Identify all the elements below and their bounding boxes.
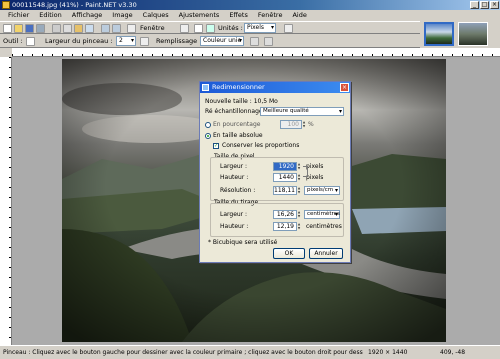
crop-icon[interactable] xyxy=(85,24,94,33)
close-button[interactable]: × xyxy=(490,1,499,9)
percent-spinner[interactable]: ▲ ▼ xyxy=(302,120,306,129)
width-unit: pixels xyxy=(306,163,324,170)
menu-bar: Fichier Edition Affichage Image Calques … xyxy=(0,10,500,21)
main-toolbar: Fenêtre Unités : Pixels xyxy=(0,21,420,34)
image-thumbnails xyxy=(420,21,500,48)
cancel-button[interactable]: Annuler xyxy=(309,248,343,259)
menu-effets[interactable]: Effets xyxy=(224,10,253,21)
resampling-label: Ré échantillonnage : xyxy=(205,108,267,115)
status-bar: Pinceau : Cliquez avec le bouton gauche … xyxy=(0,345,500,359)
menu-image[interactable]: Image xyxy=(107,10,137,21)
units-select[interactable]: Pixels xyxy=(244,23,276,33)
brush-width-label: Largeur du pinceau : xyxy=(45,37,113,45)
tool-label: Outil : xyxy=(3,37,23,45)
resize-dialog: Redimensionner × Nouvelle taille : 10,5 … xyxy=(199,81,351,263)
percent-unit: % xyxy=(308,121,314,128)
print-height-unit: centimètres xyxy=(306,223,342,230)
width-label: Largeur : xyxy=(220,163,248,170)
width-spinner[interactable]: ▲ ▼ xyxy=(297,162,301,171)
brush-tool-icon[interactable] xyxy=(26,37,35,46)
copy-icon[interactable] xyxy=(63,24,72,33)
undo-icon[interactable] xyxy=(101,24,110,33)
resampling-select[interactable]: Meilleure qualité xyxy=(260,107,344,116)
percent-input[interactable]: 100 xyxy=(280,120,302,129)
height-spinner[interactable]: ▲ ▼ xyxy=(297,173,301,182)
window-menu-label[interactable]: Fenêtre xyxy=(140,23,165,34)
width-input[interactable]: 1920 xyxy=(273,162,297,171)
print-width-input[interactable]: 16,26 xyxy=(273,210,297,219)
paintnet-app-icon xyxy=(2,1,10,9)
app-title-bar[interactable]: 00011548.jpg (41%) - Paint.NET v3.30 _ □… xyxy=(0,0,500,10)
keep-ratio-label: Conserver les proportions xyxy=(222,142,300,149)
image-thumbnail-active[interactable] xyxy=(424,22,454,46)
zoom-in-icon[interactable] xyxy=(180,24,189,33)
menu-fenetre[interactable]: Fenêtre xyxy=(253,10,288,21)
vertical-ruler xyxy=(0,57,12,345)
print-icon[interactable] xyxy=(36,24,45,33)
blend-mode-icon[interactable] xyxy=(264,37,273,46)
status-hint: Pinceau : Cliquez avec le bouton gauche … xyxy=(3,349,363,356)
print-width-spinner[interactable]: ▲ ▼ xyxy=(297,210,301,219)
horizontal-ruler xyxy=(12,48,500,57)
absolute-size-label: En taille absolue xyxy=(213,132,263,139)
percent-label: En pourcentage xyxy=(213,121,261,128)
new-size-label: Nouvelle taille : 10,5 Mo xyxy=(205,98,278,105)
units-label: Unités : xyxy=(218,24,243,32)
percent-radio[interactable] xyxy=(205,122,211,128)
print-height-label: Hauteur : xyxy=(220,223,249,230)
cut-icon[interactable] xyxy=(52,24,61,33)
grid-icon[interactable] xyxy=(194,24,203,33)
print-height-spinner[interactable]: ▲ ▼ xyxy=(297,222,301,231)
menu-ajustements[interactable]: Ajustements xyxy=(174,10,225,21)
image-size-readout: 1920 × 1440 xyxy=(368,349,408,356)
menu-aide[interactable]: Aide xyxy=(287,10,311,21)
resolution-unit-select[interactable]: pixels/cm xyxy=(304,186,340,195)
redo-icon[interactable] xyxy=(112,24,121,33)
window-title: 00011548.jpg (41%) - Paint.NET v3.30 xyxy=(12,1,137,9)
bicubic-note: * Bicubique sera utilisé xyxy=(208,239,278,246)
paste-icon[interactable] xyxy=(74,24,83,33)
menu-affichage[interactable]: Affichage xyxy=(67,10,108,21)
height-input[interactable]: 1440 xyxy=(273,173,297,182)
dialog-close-button[interactable]: × xyxy=(340,83,349,92)
antialias-icon[interactable] xyxy=(140,37,149,46)
tool-options-bar: Outil : Largeur du pinceau : 2 Remplissa… xyxy=(0,35,420,48)
menu-calques[interactable]: Calques xyxy=(138,10,174,21)
save-icon[interactable] xyxy=(25,24,34,33)
height-label: Hauteur : xyxy=(220,174,249,181)
print-width-label: Largeur : xyxy=(220,211,248,218)
flag-icon[interactable] xyxy=(284,24,293,33)
fill-label: Remplissage : xyxy=(156,37,202,45)
new-file-icon[interactable] xyxy=(3,24,12,33)
print-height-input[interactable]: 12,19 xyxy=(273,222,297,231)
open-file-icon[interactable] xyxy=(14,24,23,33)
minimize-button[interactable]: _ xyxy=(470,1,479,9)
print-size-group xyxy=(210,203,344,237)
print-width-unit-select[interactable]: centimètres xyxy=(304,210,340,219)
keep-ratio-checkbox[interactable]: ✓ xyxy=(213,143,219,149)
absolute-size-radio[interactable] xyxy=(205,133,211,139)
dialog-title-bar[interactable]: Redimensionner × xyxy=(200,82,350,93)
height-unit: pixels xyxy=(306,174,324,181)
resolution-spinner[interactable]: ▲ ▼ xyxy=(297,186,301,195)
brush-width-select[interactable]: 2 xyxy=(116,36,136,46)
brush-style-icon[interactable] xyxy=(250,37,259,46)
zoom-icon[interactable] xyxy=(127,24,136,33)
dialog-title: Redimensionner xyxy=(212,83,265,91)
image-thumbnail[interactable] xyxy=(458,22,488,46)
resolution-input[interactable]: 118,11 xyxy=(273,186,297,195)
maximize-button[interactable]: □ xyxy=(480,1,489,9)
ruler-corner xyxy=(0,48,12,57)
ruler-icon[interactable] xyxy=(206,24,215,33)
fill-select[interactable]: Couleur unie xyxy=(200,36,244,46)
resolution-label: Résolution : xyxy=(220,187,256,194)
menu-fichier[interactable]: Fichier xyxy=(3,10,34,21)
cursor-position-readout: 409, -48 xyxy=(440,349,466,356)
resize-icon xyxy=(202,84,209,91)
aspect-link-icon xyxy=(303,166,308,177)
ok-button[interactable]: OK xyxy=(273,248,305,259)
menu-edition[interactable]: Edition xyxy=(34,10,67,21)
